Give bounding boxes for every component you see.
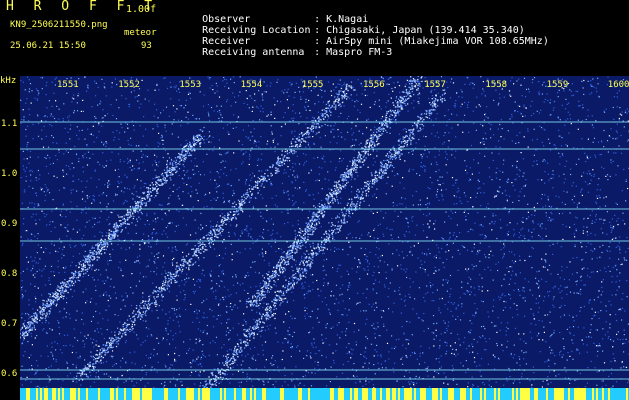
x-tick-label: 1556 [363, 80, 385, 90]
count-label: 93 [141, 41, 152, 51]
x-tick-label: 1557 [424, 80, 446, 90]
x-tick-label: 1551 [57, 80, 79, 90]
y-tick-label: 1.0 [1, 169, 18, 179]
y-tick-label: 0.6 [1, 369, 18, 379]
x-tick-label: 1553 [179, 80, 202, 90]
header: H R O F F T 1.00f KN9_2506211550.png met… [0, 0, 629, 76]
x-tick-label: 1552 [118, 80, 140, 90]
spectrogram-canvas [20, 76, 629, 400]
y-unit-label: kHz [0, 76, 17, 86]
mode-label: meteor [124, 28, 157, 38]
version-label: 1.00f [126, 4, 157, 15]
filename-label: KN9_2506211550.png [10, 20, 108, 30]
x-tick-label: 1600 [607, 80, 629, 90]
spectrogram-plot [20, 76, 629, 400]
y-tick-label: 0.9 [1, 219, 18, 229]
datetime-label: 25.06.21 15:50 [10, 41, 86, 51]
x-tick-label: 1558 [485, 80, 508, 90]
x-tick-label: 1554 [240, 80, 263, 90]
info-antenna: Receiving antenna: Maspro FM-3 [202, 47, 393, 58]
y-tick-label: 0.8 [1, 269, 18, 279]
x-tick-label: 1559 [546, 80, 569, 90]
y-tick-label: 1.1 [1, 119, 18, 129]
x-tick-label: 1555 [301, 80, 324, 90]
y-tick-label: 0.7 [1, 319, 18, 329]
